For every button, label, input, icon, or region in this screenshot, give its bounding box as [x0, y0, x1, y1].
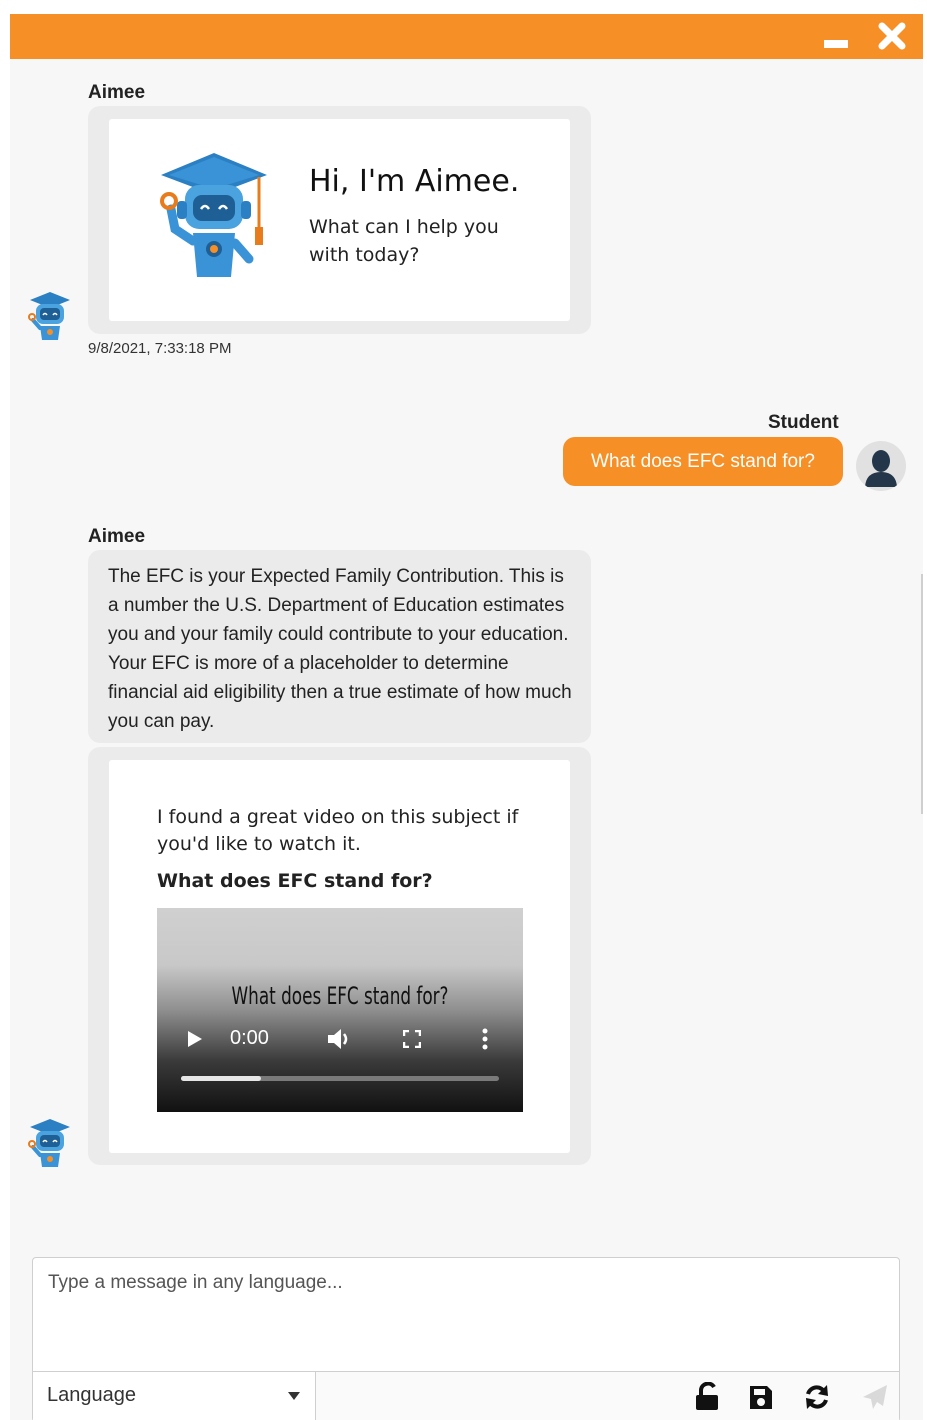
message-input[interactable] [33, 1258, 899, 1370]
greeting-card: Hi, I'm Aimee. What can I help you with … [109, 119, 570, 321]
sender-name: Aimee [88, 526, 146, 547]
user-icon [865, 450, 897, 487]
answer-text: The EFC is your Expected Family Contribu… [108, 566, 572, 732]
volume-icon[interactable] [327, 1028, 353, 1050]
video-bubble: I found a great video on this subject if… [88, 747, 591, 1165]
aimee-avatar [28, 1119, 70, 1167]
unlock-icon[interactable] [693, 1382, 721, 1412]
student-message-bubble: What does EFC stand for? [563, 437, 843, 486]
video-progress-bar[interactable] [181, 1076, 499, 1081]
greeting-subtitle: What can I help you with today? [309, 216, 499, 266]
title-bar [10, 14, 923, 59]
composer-toolbar: Language [33, 1371, 899, 1420]
greeting-title: Hi, I'm Aimee. [309, 164, 520, 199]
send-icon[interactable] [861, 1382, 889, 1412]
message-composer: Language [32, 1257, 900, 1420]
chevron-down-icon [288, 1392, 300, 1400]
video-player[interactable]: What does EFC stand for? 0:00 [157, 908, 523, 1112]
chat-window: Aimee Hi, I'm Aimee. What can I help you… [10, 14, 923, 1420]
student-avatar [856, 441, 906, 491]
video-card: I found a great video on this subject if… [109, 760, 570, 1153]
scrollbar[interactable] [921, 574, 923, 814]
sender-name: Student [768, 412, 839, 433]
refresh-icon[interactable] [803, 1382, 831, 1412]
save-icon[interactable] [747, 1382, 775, 1412]
video-intro-text: I found a great video on this subject if… [157, 806, 519, 855]
greeting-bubble: Hi, I'm Aimee. What can I help you with … [88, 106, 591, 334]
fullscreen-icon[interactable] [403, 1030, 421, 1048]
close-icon [878, 22, 906, 50]
answer-bubble: The EFC is your Expected Family Contribu… [88, 550, 591, 743]
aimee-robot-illustration [160, 153, 267, 277]
video-title: What does EFC stand for? [231, 982, 449, 1010]
message-timestamp: 9/8/2021, 7:33:18 PM [88, 340, 232, 357]
language-select[interactable]: Language [33, 1372, 316, 1420]
close-button[interactable] [876, 20, 908, 52]
video-progress-fill [181, 1076, 261, 1081]
minimize-button[interactable] [824, 40, 848, 48]
more-options-icon[interactable] [481, 1028, 489, 1050]
sender-name: Aimee [88, 82, 146, 103]
play-icon[interactable] [187, 1030, 203, 1048]
video-time: 0:00 [230, 1027, 269, 1049]
language-label: Language [47, 1384, 136, 1406]
aimee-avatar [28, 292, 70, 340]
video-heading: What does EFC stand for? [157, 870, 433, 892]
